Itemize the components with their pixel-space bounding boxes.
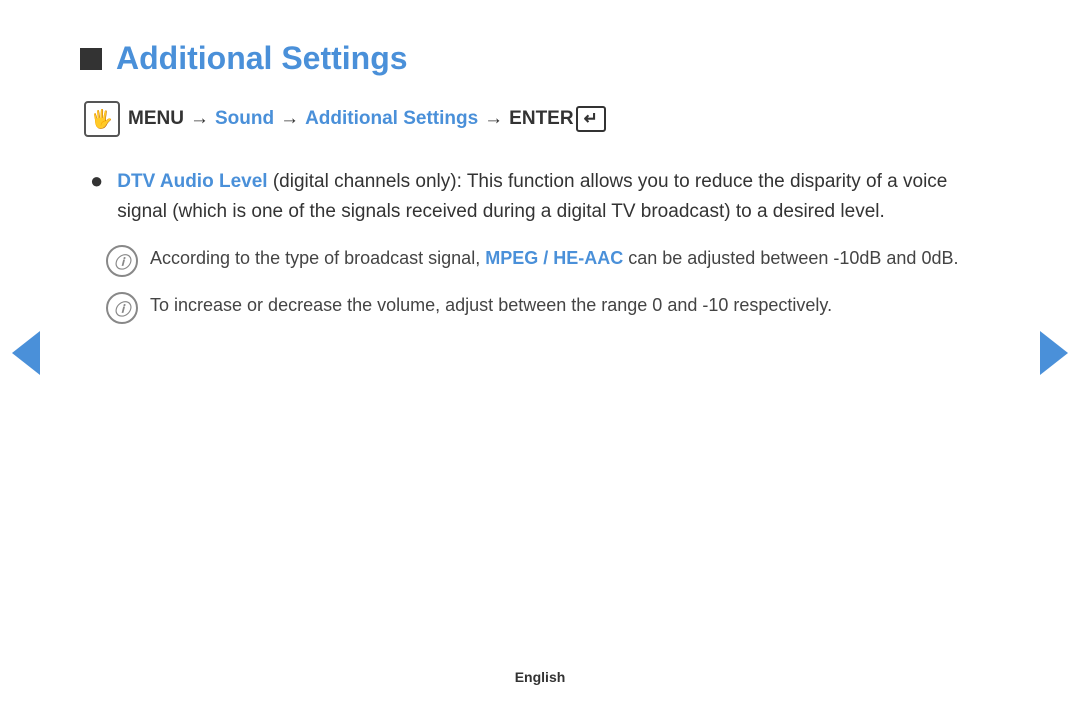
content-area: ● DTV Audio Level (digital channels only…: [80, 167, 1000, 324]
breadcrumb-additional-settings: Additional Settings: [305, 108, 478, 130]
note-items: ⓘ According to the type of broadcast sig…: [90, 244, 1000, 324]
note-text-1: According to the type of broadcast signa…: [150, 244, 958, 273]
nav-arrow-left[interactable]: [12, 331, 40, 375]
breadcrumb-arrow-3: →: [484, 108, 503, 130]
menu-icon: 🖐: [84, 101, 120, 137]
section-icon-square: [80, 48, 102, 70]
enter-box: ↵: [576, 106, 606, 132]
note1-text-after: can be adjusted between -10dB and 0dB.: [623, 248, 958, 268]
bullet-item-dtv: ● DTV Audio Level (digital channels only…: [90, 167, 1000, 228]
dtv-audio-level-label: DTV Audio Level: [117, 171, 267, 192]
note1-highlight: MPEG / HE-AAC: [485, 248, 623, 268]
breadcrumb-sound: Sound: [215, 108, 274, 130]
breadcrumb-enter: ENTER↵: [509, 106, 606, 132]
note-icon-2: ⓘ: [106, 292, 138, 324]
footer-language: English: [515, 669, 566, 685]
page-title: Additional Settings: [116, 40, 408, 77]
page-container: Additional Settings 🖐 MENU → Sound → Add…: [0, 0, 1080, 705]
bullet-text-dtv: DTV Audio Level (digital channels only):…: [117, 167, 1000, 228]
breadcrumb-arrow-2: →: [280, 108, 299, 130]
note1-text-before: According to the type of broadcast signa…: [150, 248, 485, 268]
enter-label: ENTER: [509, 108, 573, 130]
hand-icon: 🖐: [91, 109, 113, 130]
note-item-2: ⓘ To increase or decrease the volume, ad…: [106, 291, 1000, 324]
breadcrumb-menu-label: MENU: [128, 108, 184, 130]
section-header: Additional Settings: [80, 40, 1000, 77]
breadcrumb: 🖐 MENU → Sound → Additional Settings → E…: [80, 101, 1000, 137]
breadcrumb-arrow-1: →: [190, 108, 209, 130]
nav-arrow-right[interactable]: [1040, 331, 1068, 375]
bullet-dot: ●: [90, 168, 103, 194]
note-icon-1: ⓘ: [106, 245, 138, 277]
note-item-1: ⓘ According to the type of broadcast sig…: [106, 244, 1000, 277]
note-text-2: To increase or decrease the volume, adju…: [150, 291, 832, 320]
